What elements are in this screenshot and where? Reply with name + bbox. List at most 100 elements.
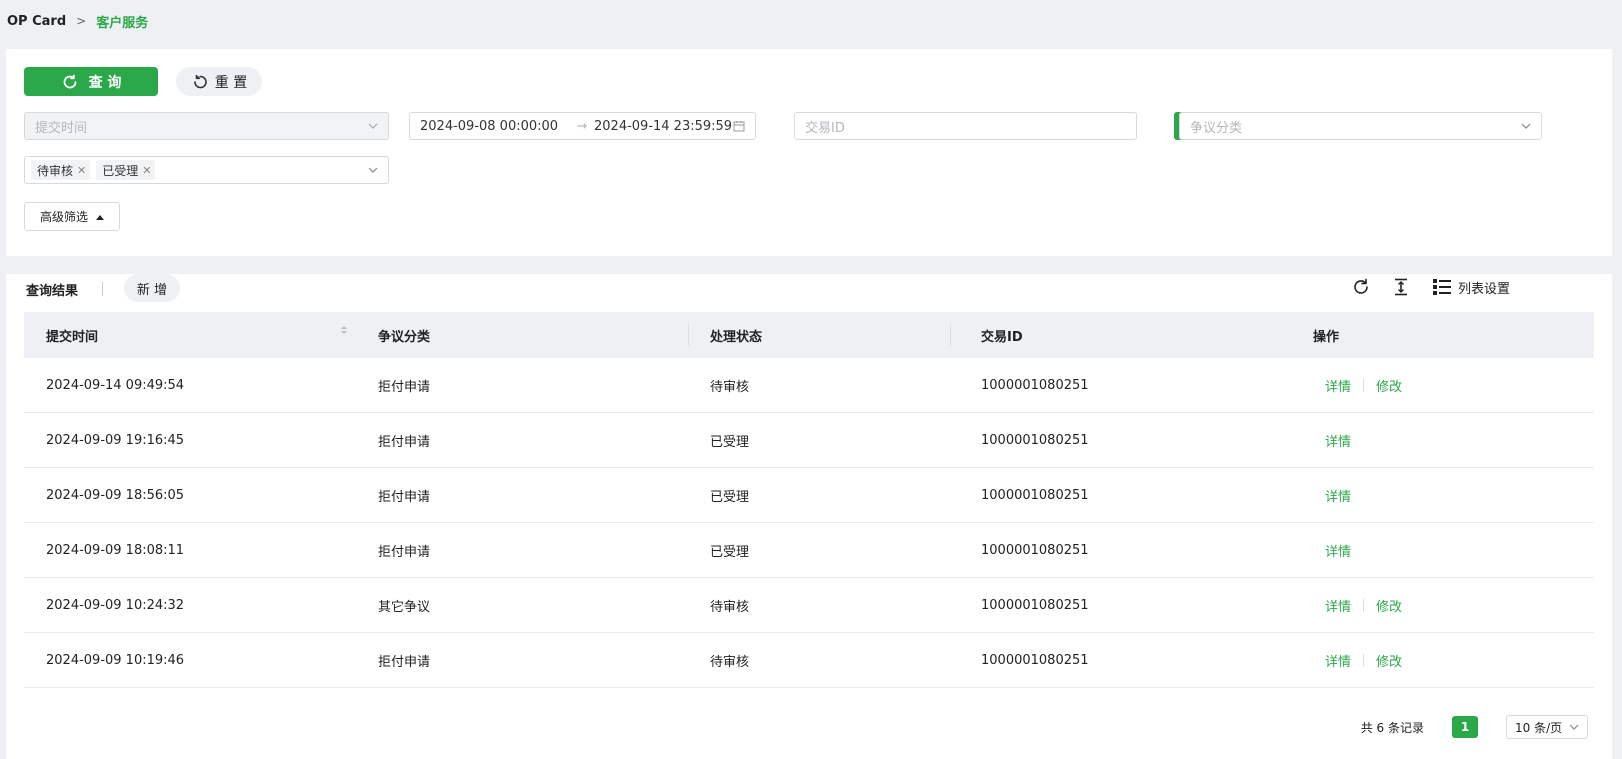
detail-link[interactable]: 详情 (1313, 596, 1363, 615)
submit-time-placeholder: 提交时间 (35, 120, 88, 136)
edit-link[interactable]: 修改 (1364, 596, 1414, 615)
table-row: 2024-09-09 18:56:05 拒付申请 已受理 10000010802… (24, 468, 1594, 523)
list-settings-label: 列表设置 (1458, 281, 1511, 297)
cell-actions: 详情 修改 (1291, 651, 1594, 670)
table-row: 2024-09-09 18:08:11 拒付申请 已受理 10000010802… (24, 523, 1594, 578)
cell-category: 拒付申请 (378, 544, 431, 560)
query-button[interactable]: 查 询 (24, 67, 158, 96)
chevron-down-icon (1569, 724, 1579, 730)
cell-actions: 详情 (1291, 541, 1594, 560)
cell-time: 2024-09-09 10:19:46 (46, 652, 185, 668)
results-table: 提交时间 争议分类 处理状态 交易ID 操作 2024-09-14 09:49:… (24, 312, 1594, 688)
date-start[interactable]: 2024-09-08 00:00:00 (420, 119, 570, 134)
status-tag-label: 待审核 (37, 163, 74, 178)
cell-transaction-id: 1000001080251 (981, 597, 1089, 613)
filter-panel: 查 询 重 置 提交时间 2024-09-08 00:00:00 → 2024-… (6, 49, 1612, 256)
cell-time: 2024-09-09 18:08:11 (46, 542, 185, 558)
calendar-icon (733, 121, 745, 132)
cell-transaction-id: 1000001080251 (981, 652, 1089, 668)
cell-status: 已受理 (710, 489, 750, 505)
table-header: 提交时间 争议分类 处理状态 交易ID 操作 (24, 312, 1594, 358)
list-settings-icon (1433, 279, 1451, 295)
edit-link[interactable]: 修改 (1364, 376, 1414, 395)
column-header-submit-time[interactable]: 提交时间 (24, 325, 356, 345)
detail-link[interactable]: 详情 (1313, 651, 1363, 670)
close-icon[interactable]: ✕ (142, 164, 151, 177)
advanced-filter-label: 高级筛选 (39, 210, 88, 224)
cell-transaction-id: 1000001080251 (981, 432, 1089, 448)
breadcrumb-root[interactable]: OP Card (7, 14, 66, 29)
column-header-label: 处理状态 (710, 329, 763, 345)
breadcrumb: OP Card > 客户服务 (7, 12, 149, 31)
result-title: 查询结果 (26, 284, 79, 299)
cell-actions: 详情 修改 (1291, 596, 1594, 615)
cell-time: 2024-09-09 19:16:45 (46, 432, 185, 448)
cell-status: 已受理 (710, 434, 750, 450)
total-records: 共 6 条记录 (1360, 720, 1424, 735)
query-button-label: 查 询 (88, 74, 122, 91)
list-settings-button[interactable]: 列表设置 (1432, 277, 1510, 297)
cell-time: 2024-09-09 10:24:32 (46, 597, 185, 613)
column-header-label: 争议分类 (378, 329, 431, 345)
chevron-down-icon (1521, 123, 1531, 129)
detail-link[interactable]: 详情 (1313, 431, 1363, 450)
status-tag-label: 已受理 (102, 163, 139, 178)
cell-status: 待审核 (710, 379, 750, 395)
cell-actions: 详情 (1291, 486, 1594, 505)
detail-link[interactable]: 详情 (1313, 541, 1363, 560)
cell-time: 2024-09-14 09:49:54 (46, 377, 185, 393)
refresh-icon (63, 74, 76, 88)
table-row: 2024-09-09 10:19:46 拒付申请 待审核 10000010802… (24, 633, 1594, 688)
detail-link[interactable]: 详情 (1313, 486, 1363, 505)
cell-category: 拒付申请 (378, 434, 431, 450)
cell-time: 2024-09-09 18:56:05 (46, 487, 185, 503)
cell-transaction-id: 1000001080251 (981, 487, 1089, 503)
cell-category: 拒付申请 (378, 379, 431, 395)
column-divider (688, 324, 689, 346)
chevron-down-icon (368, 167, 378, 173)
result-panel: 查询结果 新 增 列表设置 提交时间 争议分类 处理状态 交易ID 操作 202… (6, 274, 1612, 759)
cell-status: 待审核 (710, 654, 750, 670)
caret-up-icon (96, 214, 104, 220)
cell-transaction-id: 1000001080251 (981, 542, 1089, 558)
chevron-down-icon (368, 123, 378, 129)
transaction-id-input[interactable]: 交易ID (794, 112, 1137, 140)
cell-transaction-id: 1000001080251 (981, 377, 1089, 393)
page-size-select[interactable]: 10 条/页 (1506, 715, 1588, 739)
toolbar-divider (102, 282, 103, 296)
date-arrow: → (576, 118, 588, 134)
cell-actions: 详情 (1291, 431, 1594, 450)
result-toolbar: 查询结果 新 增 列表设置 (6, 274, 1612, 312)
column-header-status: 处理状态 (688, 326, 959, 345)
add-new-label: 新 增 (136, 282, 168, 298)
page-size-label: 10 条/页 (1515, 720, 1563, 735)
breadcrumb-current: 客户服务 (96, 15, 149, 31)
reset-button[interactable]: 重 置 (176, 67, 262, 96)
chevron-right-icon: > (76, 14, 87, 28)
status-tag: 待审核 ✕ (31, 160, 91, 180)
detail-link[interactable]: 详情 (1313, 376, 1363, 395)
edit-link[interactable]: 修改 (1364, 651, 1414, 670)
reload-icon[interactable] (1351, 277, 1371, 297)
sort-icon[interactable] (340, 325, 348, 335)
column-header-category: 争议分类 (356, 326, 688, 345)
cell-status: 待审核 (710, 599, 750, 615)
column-height-icon[interactable] (1392, 277, 1410, 297)
column-divider (950, 324, 951, 346)
submit-time-select[interactable]: 提交时间 (24, 112, 389, 140)
column-header-label: 操作 (1313, 329, 1340, 345)
date-range-picker[interactable]: 2024-09-08 00:00:00 → 2024-09-14 23:59:5… (409, 112, 756, 140)
page-number-button[interactable]: 1 (1452, 716, 1478, 738)
advanced-filter-button[interactable]: 高级筛选 (24, 202, 120, 231)
reset-button-label: 重 置 (214, 74, 248, 91)
reset-icon (193, 74, 207, 88)
table-row: 2024-09-09 10:24:32 其它争议 待审核 10000010802… (24, 578, 1594, 633)
date-end[interactable]: 2024-09-14 23:59:59 (594, 119, 744, 134)
close-icon[interactable]: ✕ (77, 164, 86, 177)
pagination: 共 6 条记录 1 10 条/页 (1361, 715, 1588, 739)
status-multi-select[interactable]: 待审核 ✕ 已受理 ✕ (24, 156, 389, 184)
table-row: 2024-09-09 19:16:45 拒付申请 已受理 10000010802… (24, 413, 1594, 468)
dispute-category-select[interactable]: 争议分类 (1179, 112, 1542, 140)
add-new-button[interactable]: 新 增 (124, 274, 180, 302)
dispute-category-placeholder: 争议分类 (1190, 120, 1243, 136)
